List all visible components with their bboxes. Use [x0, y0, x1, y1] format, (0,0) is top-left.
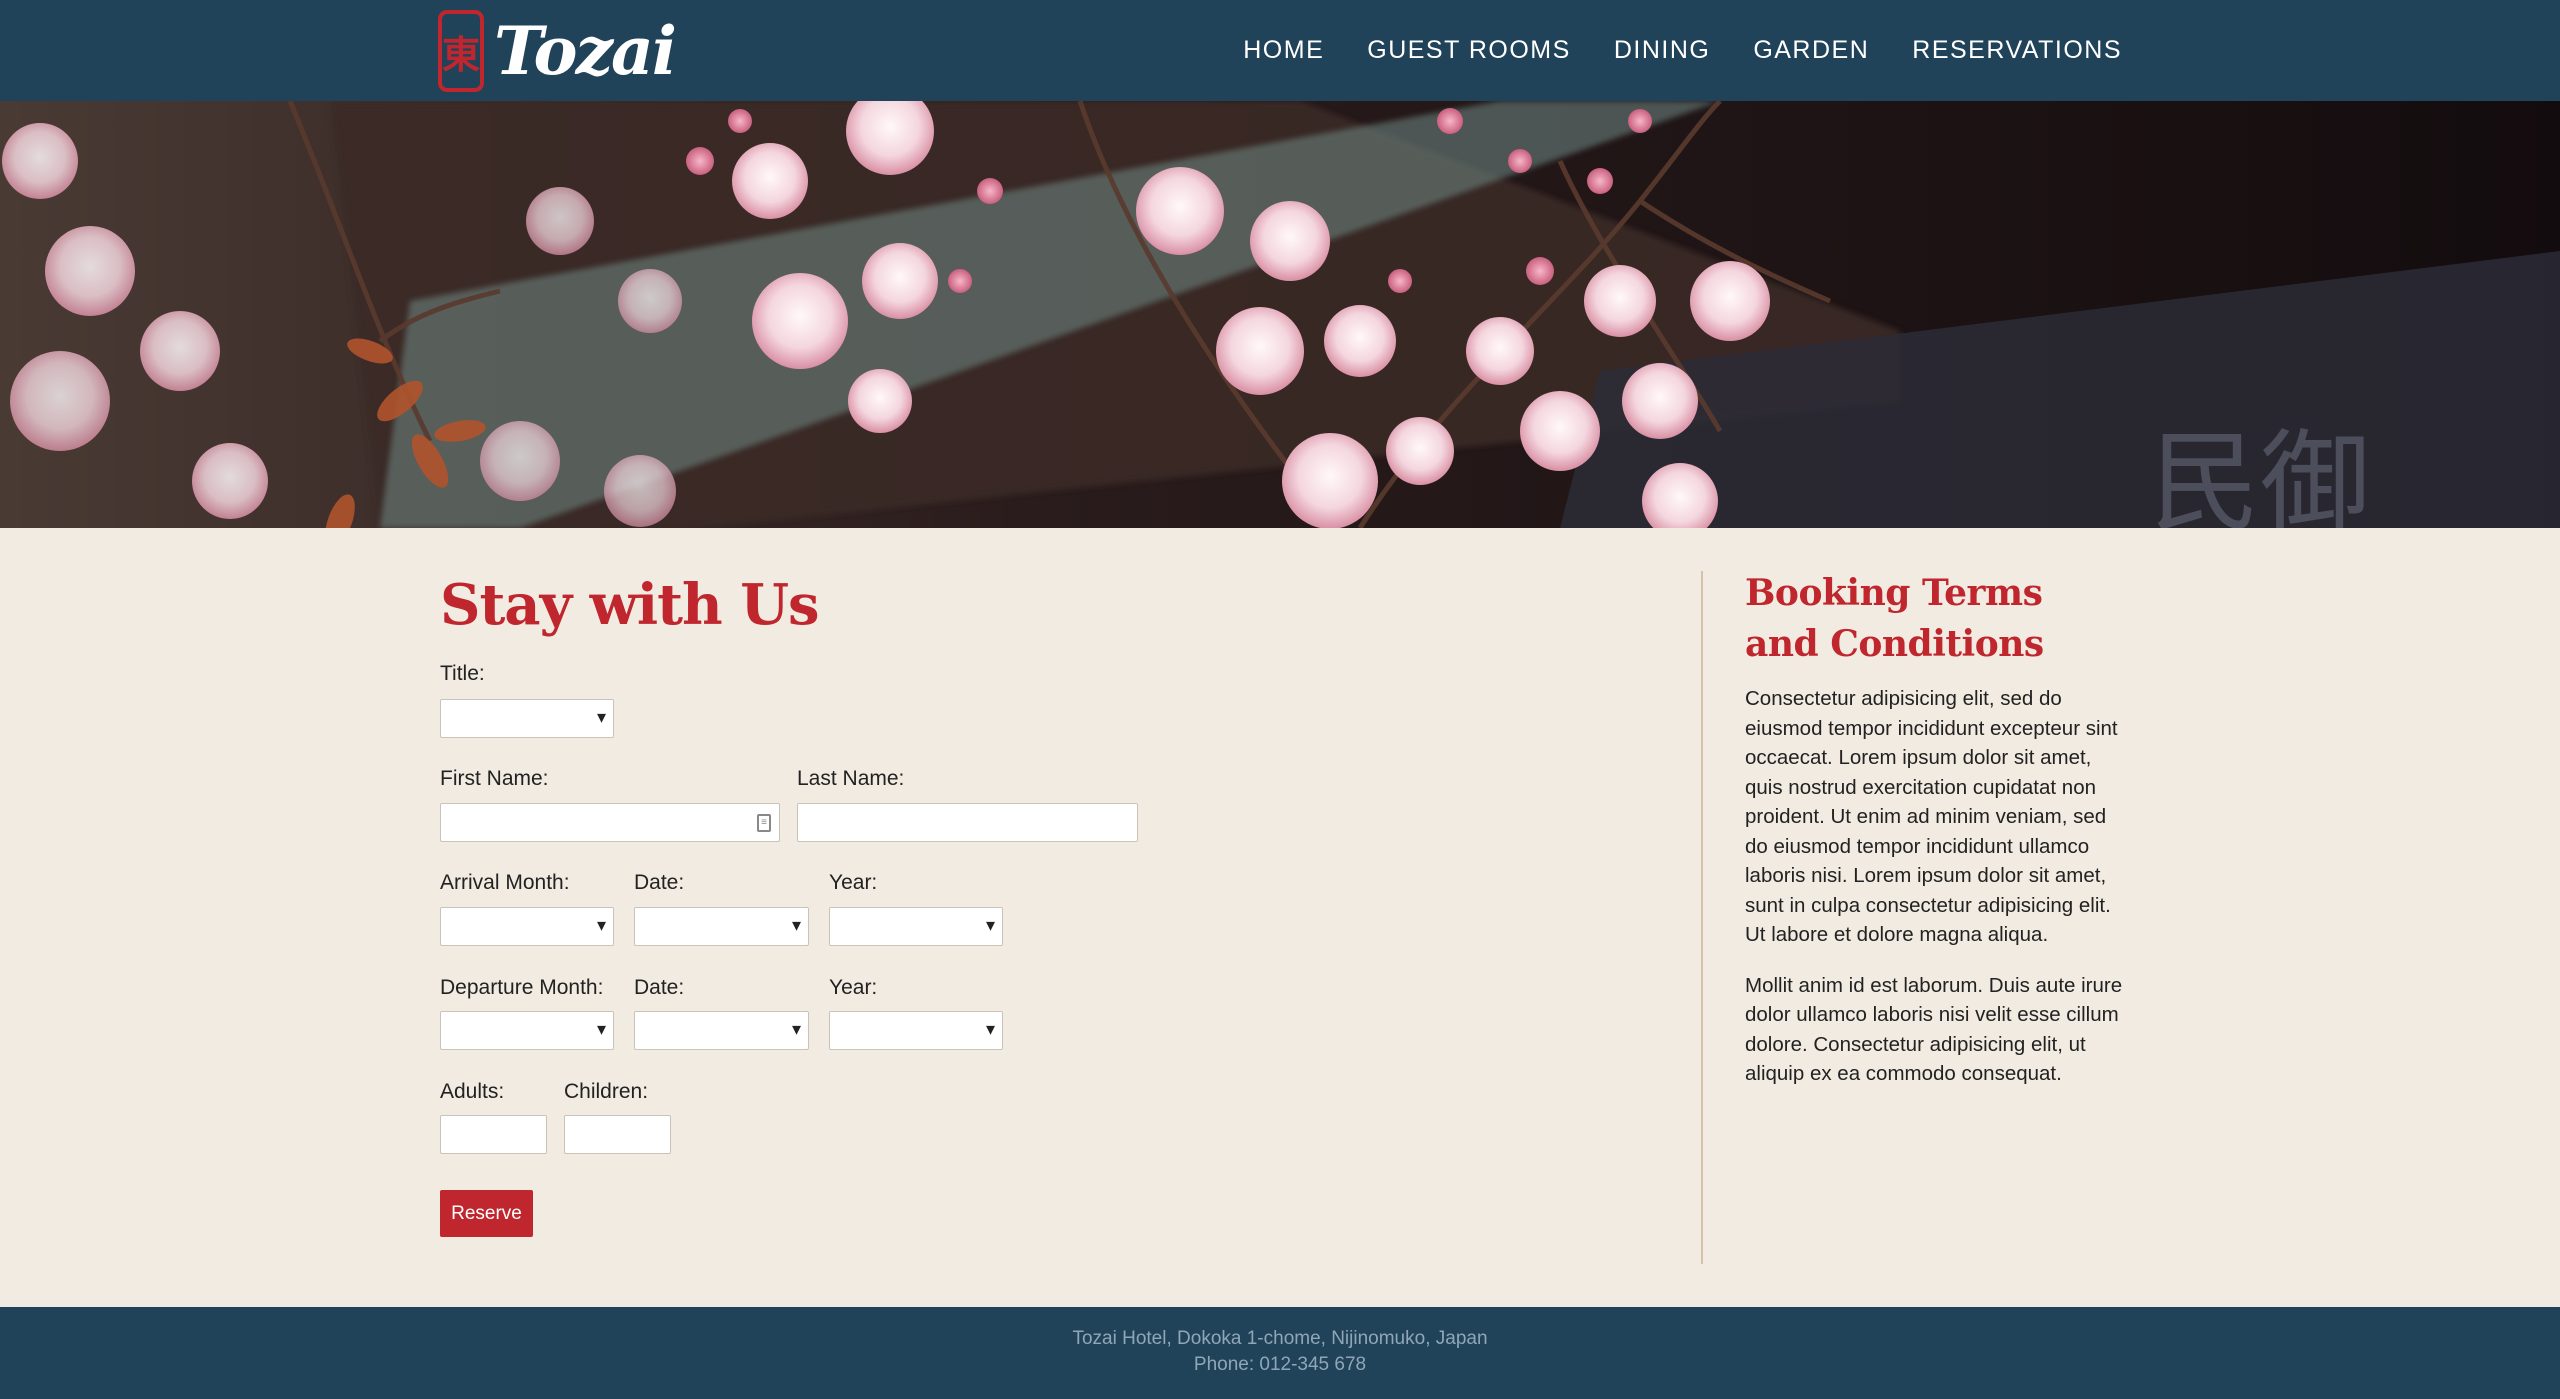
departure-date-label: Date: — [634, 976, 685, 999]
site-footer: Tozai Hotel, Dokoka 1-chome, Nijinomuko,… — [0, 1307, 2560, 1399]
adults-input[interactable] — [440, 1115, 547, 1154]
last-name-label: Last Name: — [797, 767, 905, 790]
column-divider — [1701, 571, 1703, 1264]
departure-year-select[interactable] — [829, 1011, 1003, 1050]
title-select[interactable] — [440, 699, 614, 738]
page-title: Stay with Us — [440, 572, 820, 638]
cherry-blossom-photo-icon: 民御 — [0, 101, 2560, 528]
nav-garden[interactable]: GARDEN — [1753, 36, 1869, 65]
nav-home[interactable]: HOME — [1243, 36, 1324, 65]
first-name-label: First Name: — [440, 767, 549, 790]
departure-date-select[interactable] — [634, 1011, 809, 1050]
terms-title: Booking Terms and Conditions — [1745, 572, 2044, 665]
nav-dining[interactable]: DINING — [1614, 36, 1711, 65]
terms-paragraph: Consectetur adipisicing elit, sed do eiu… — [1745, 687, 2118, 946]
children-label: Children: — [564, 1080, 649, 1103]
terms-paragraph: Mollit anim id est laborum. Duis aute ir… — [1745, 973, 2123, 1086]
hero-image: 民御 — [0, 101, 2560, 528]
logo-text: Tozai — [494, 12, 677, 90]
contact-card-icon[interactable]: ≡ — [757, 814, 771, 832]
main-nav: HOME GUEST ROOMS DINING GARDEN RESERVATI… — [1200, 0, 2122, 101]
arrival-date-select[interactable] — [634, 907, 809, 946]
arrival-date-label: Date: — [634, 871, 685, 894]
reserve-button[interactable]: Reserve — [440, 1190, 533, 1237]
nav-reservations[interactable]: RESERVATIONS — [1912, 36, 2122, 65]
site-header: 東 Tozai HOME GUEST ROOMS DINING GARDEN R… — [0, 0, 2560, 101]
svg-text:民御: 民御 — [2150, 419, 2370, 528]
departure-month-label: Departure Month: — [440, 976, 604, 999]
logo[interactable]: 東 Tozai — [438, 10, 677, 92]
arrival-year-select[interactable] — [829, 907, 1003, 946]
last-name-input[interactable] — [797, 803, 1138, 842]
title-label: Title: — [440, 662, 485, 685]
departure-year-label: Year: — [829, 976, 878, 999]
departure-month-select[interactable] — [440, 1011, 614, 1050]
first-name-input[interactable]: ≡ — [440, 803, 780, 842]
arrival-year-label: Year: — [829, 871, 878, 894]
nav-guest-rooms[interactable]: GUEST ROOMS — [1367, 36, 1571, 65]
booking-terms: Booking Terms and Conditions Consectetur… — [1745, 568, 2125, 1089]
footer-address: Tozai Hotel, Dokoka 1-chome, Nijinomuko,… — [1072, 1328, 1488, 1349]
main-content: Stay with Us Title: First Name: ≡ Last N… — [0, 528, 2560, 1307]
children-input[interactable] — [564, 1115, 671, 1154]
adults-label: Adults: — [440, 1080, 505, 1103]
footer-phone: Phone: 012-345 678 — [1193, 1354, 1367, 1375]
logo-glyph: 東 — [442, 31, 481, 77]
logo-mark-icon: 東 — [438, 10, 485, 92]
arrival-month-select[interactable] — [440, 907, 614, 946]
arrival-month-label: Arrival Month: — [440, 871, 570, 894]
